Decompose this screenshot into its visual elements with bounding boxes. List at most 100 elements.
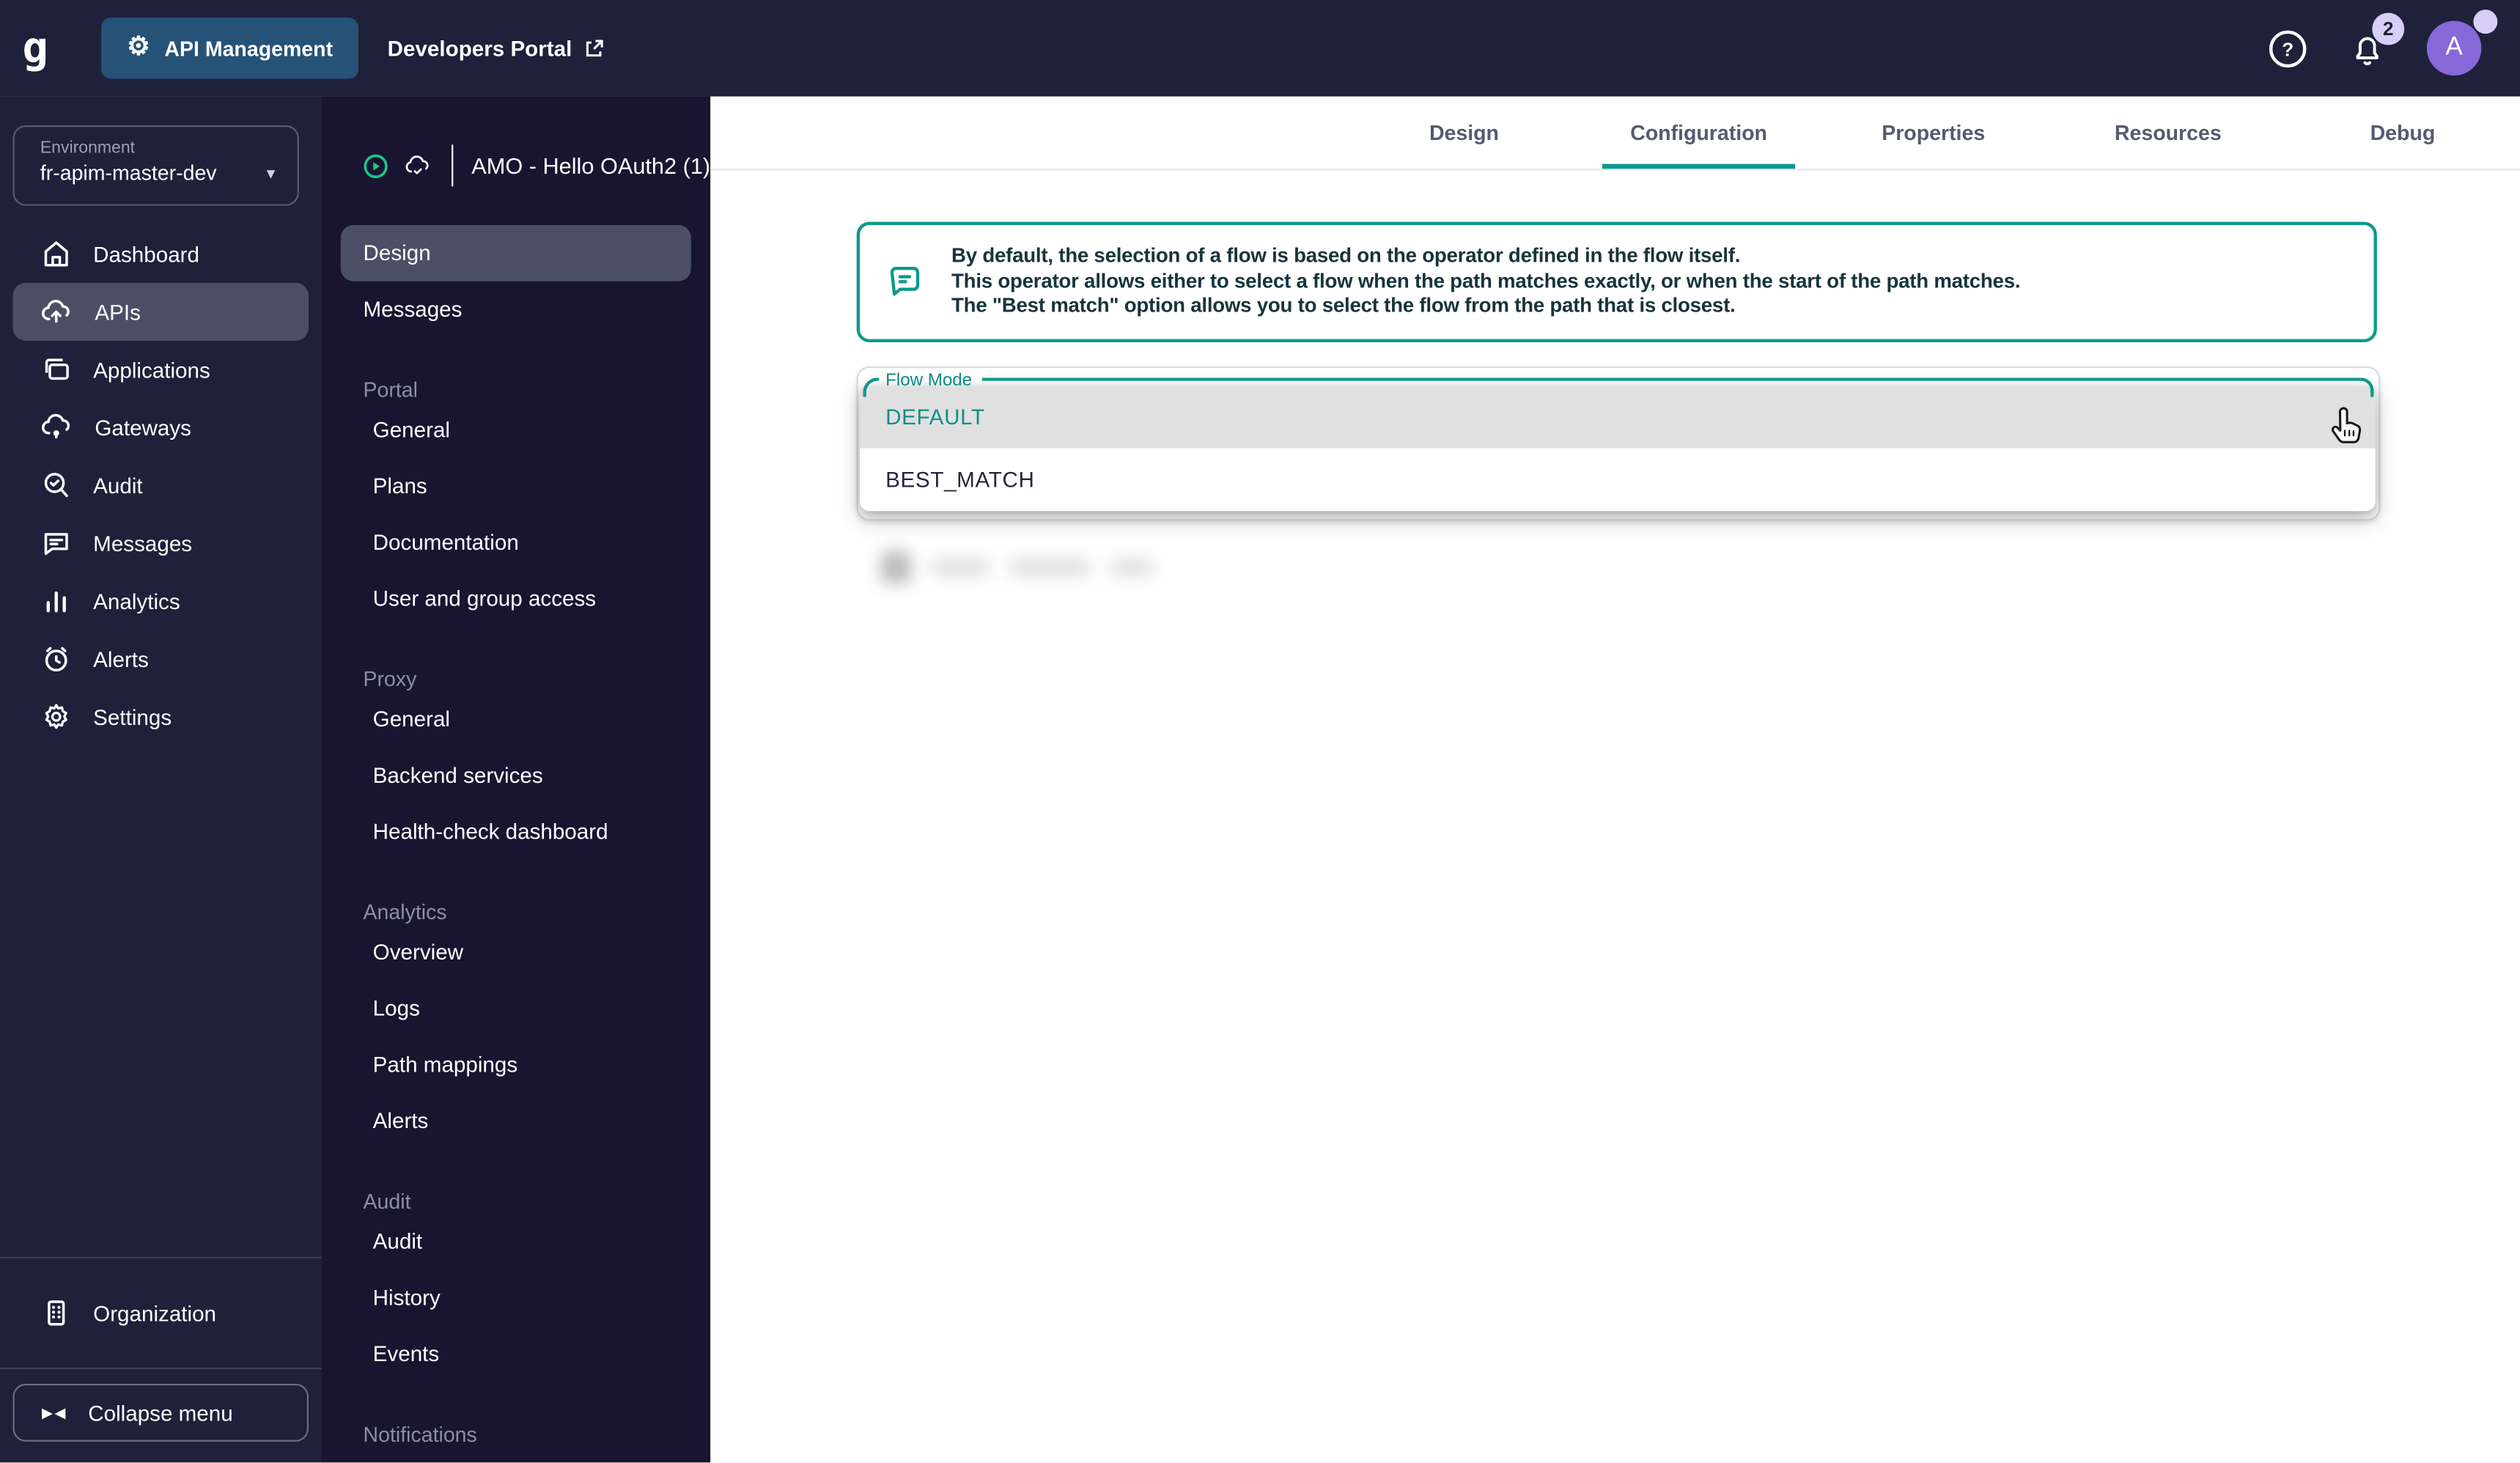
banner-text: By default, the selection of a flow is b… bbox=[951, 245, 2021, 319]
api-menu-analytics-overview[interactable]: Overview bbox=[322, 924, 711, 981]
banner-line-3: The "Best match" option allows you to se… bbox=[951, 294, 1736, 317]
magnifier-check-icon bbox=[44, 473, 68, 498]
api-menu-proxy-general[interactable]: General bbox=[322, 691, 711, 748]
blurred-setting-row bbox=[880, 540, 1154, 595]
developers-portal-link[interactable]: Developers Portal bbox=[388, 36, 605, 60]
environment-label: Environment bbox=[40, 138, 136, 158]
sidebar-item-label: Audit bbox=[93, 473, 143, 498]
section-header-proxy: Proxy bbox=[363, 666, 417, 691]
api-sidebar: AMO - Hello OAuth2 (1) Design Messages P… bbox=[321, 96, 711, 1463]
sidebar-item-settings[interactable]: Settings bbox=[13, 688, 309, 745]
primary-nav: Dashboard APIs Applications Gateways Aud… bbox=[0, 225, 322, 745]
section-header-audit: Audit bbox=[363, 1189, 411, 1214]
section-header-analytics: Analytics bbox=[363, 899, 447, 924]
flow-mode-label: Flow Mode bbox=[885, 371, 973, 391]
option-best-match[interactable]: BEST_MATCH bbox=[860, 448, 2376, 512]
api-menu-audit-history[interactable]: History bbox=[322, 1269, 711, 1326]
sidebar-item-label: Dashboard bbox=[93, 241, 199, 266]
organization-icon bbox=[48, 1300, 65, 1326]
sidebar-item-organization[interactable]: Organization bbox=[0, 1259, 322, 1368]
topbar-actions: ? 2 A bbox=[2266, 10, 2520, 81]
tab-configuration[interactable]: Configuration bbox=[1582, 97, 1816, 169]
api-menu-portal-documentation[interactable]: Documentation bbox=[322, 515, 711, 571]
home-icon bbox=[44, 241, 68, 267]
api-management-label: API Management bbox=[164, 36, 334, 61]
info-chat-icon bbox=[890, 265, 920, 295]
sidebar-item-applications[interactable]: Applications bbox=[13, 341, 309, 399]
api-menu-design[interactable]: Design bbox=[340, 224, 691, 281]
api-menu-analytics-path-mappings[interactable]: Path mappings bbox=[322, 1036, 711, 1093]
collapse-icon: ▶◀ bbox=[42, 1404, 67, 1420]
chevron-down-icon: ▼ bbox=[263, 164, 279, 181]
avatar[interactable]: A bbox=[2426, 21, 2482, 76]
api-header: AMO - Hello OAuth2 (1) bbox=[322, 97, 711, 187]
chat-icon bbox=[44, 533, 68, 556]
notifications-button[interactable]: 2 bbox=[2346, 12, 2405, 69]
primary-sidebar: Environment fr-apim-master-dev ▼ Dashboa… bbox=[0, 96, 322, 1463]
api-menu-portal-plans[interactable]: Plans bbox=[322, 458, 711, 515]
api-menu-messages[interactable]: Messages bbox=[341, 281, 691, 338]
cloud-gateway-icon bbox=[42, 413, 70, 439]
api-menu-proxy-health-check[interactable]: Health-check dashboard bbox=[322, 803, 711, 860]
external-link-icon bbox=[586, 39, 603, 56]
api-menu-audit-audit[interactable]: Audit bbox=[322, 1213, 711, 1269]
notification-badge: 2 bbox=[2372, 12, 2405, 45]
bar-chart-icon bbox=[46, 591, 66, 613]
info-banner: By default, the selection of a flow is b… bbox=[856, 221, 2377, 343]
api-menu-analytics-logs[interactable]: Logs bbox=[322, 980, 711, 1036]
organization-label: Organization bbox=[93, 1300, 217, 1325]
app-viewport: g ⚙ API Management Developers Portal ? 2… bbox=[0, 0, 2520, 1463]
divider bbox=[451, 144, 452, 187]
api-menu-proxy-backend-services[interactable]: Backend services bbox=[322, 748, 711, 804]
sidebar-item-analytics[interactable]: Analytics bbox=[13, 572, 309, 630]
collapse-menu-label: Collapse menu bbox=[88, 1400, 233, 1425]
sidebar-item-dashboard[interactable]: Dashboard bbox=[13, 225, 309, 283]
api-management-button[interactable]: ⚙ API Management bbox=[101, 18, 359, 79]
sidebar-item-label: APIs bbox=[95, 299, 141, 324]
gravitee-logo[interactable]: g bbox=[0, 23, 70, 73]
top-bar: g ⚙ API Management Developers Portal ? 2… bbox=[0, 0, 2520, 97]
tab-resources[interactable]: Resources bbox=[2051, 97, 2285, 169]
sidebar-item-label: Messages bbox=[93, 531, 193, 556]
sidebar-item-label: Applications bbox=[93, 357, 210, 382]
sidebar-item-label: Analytics bbox=[93, 589, 180, 613]
user-menu[interactable]: A bbox=[2426, 10, 2498, 81]
main-content: Design Configuration Properties Resource… bbox=[710, 96, 2520, 1463]
collapse-menu-button[interactable]: ▶◀ Collapse menu bbox=[12, 1383, 309, 1442]
sidebar-item-apis[interactable]: APIs bbox=[12, 282, 309, 341]
sidebar-item-label: Gateways bbox=[95, 415, 191, 440]
alarm-icon bbox=[45, 646, 67, 672]
section-header-notifications: Notifications bbox=[363, 1422, 477, 1447]
svg-text:?: ? bbox=[2281, 38, 2293, 60]
sidebar-item-messages[interactable]: Messages bbox=[13, 515, 309, 572]
divider bbox=[0, 1367, 322, 1370]
help-button[interactable]: ? bbox=[2266, 27, 2308, 69]
applications-icon bbox=[45, 358, 69, 380]
flow-mode-field-outline: Flow Mode bbox=[863, 371, 2374, 397]
banner-line-2: This operator allows either to select a … bbox=[951, 269, 2021, 292]
banner-line-1: By default, the selection of a flow is b… bbox=[951, 245, 1741, 268]
api-menu-portal-general[interactable]: General bbox=[322, 402, 711, 458]
tab-debug[interactable]: Debug bbox=[2285, 97, 2520, 169]
outline-top-border bbox=[981, 377, 2374, 397]
sidebar-item-label: Alerts bbox=[93, 646, 149, 671]
blurred-toggle bbox=[880, 551, 913, 583]
api-menu-audit-events[interactable]: Events bbox=[322, 1326, 711, 1382]
sidebar-item-gateways[interactable]: Gateways bbox=[13, 399, 309, 457]
api-menu-analytics-alerts[interactable]: Alerts bbox=[322, 1093, 711, 1149]
environment-selector[interactable]: Environment fr-apim-master-dev ▼ bbox=[12, 125, 299, 206]
gear-icon bbox=[45, 704, 67, 729]
outline-notch bbox=[863, 377, 880, 397]
tab-design[interactable]: Design bbox=[1346, 97, 1581, 169]
tab-properties[interactable]: Properties bbox=[1816, 97, 2051, 169]
help-icon: ? bbox=[2268, 29, 2306, 67]
cloud-up-icon bbox=[42, 300, 70, 323]
play-circle-icon bbox=[364, 153, 388, 178]
flow-mode-dropdown: DEFAULT BEST_MATCH bbox=[860, 386, 2376, 512]
developers-portal-label: Developers Portal bbox=[387, 36, 572, 61]
sidebar-item-audit[interactable]: Audit bbox=[13, 457, 309, 515]
gear-icon: ⚙ bbox=[127, 34, 150, 62]
sidebar-item-alerts[interactable]: Alerts bbox=[13, 630, 309, 688]
api-menu-portal-user-group-access[interactable]: User and group access bbox=[322, 570, 711, 627]
tab-bar: Design Configuration Properties Resource… bbox=[710, 97, 2520, 171]
